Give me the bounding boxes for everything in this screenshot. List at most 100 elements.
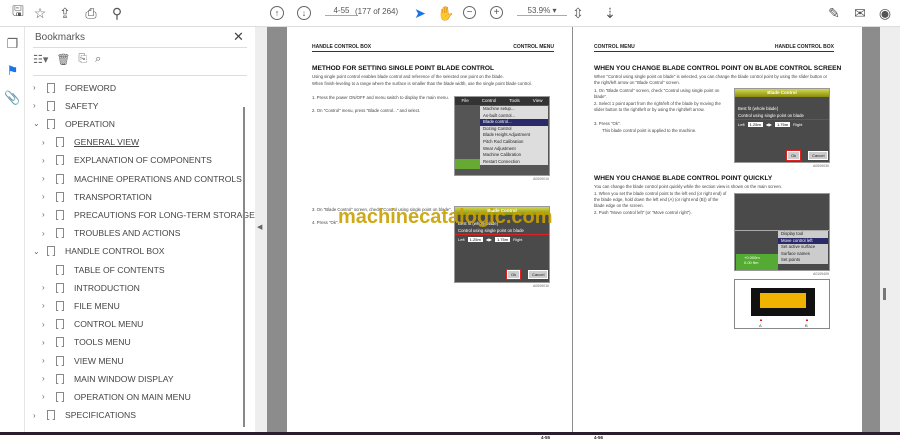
menu-item: Machine Calibration (483, 152, 521, 158)
bookmark-label: CONTROL MENU (74, 319, 144, 330)
chevron-right-icon[interactable]: › (42, 174, 52, 183)
chevron-right-icon[interactable]: › (42, 192, 52, 201)
zoom-level-dropdown[interactable]: 53.9% ▾ (517, 6, 567, 16)
bookmark-item[interactable]: › FOREWORD (33, 79, 116, 96)
attachments-icon[interactable]: 📎 (4, 90, 21, 107)
chevron-right-icon[interactable]: › (42, 156, 52, 165)
bookmark-item[interactable]: › INTRODUCTION (42, 279, 140, 296)
paragraph: When "Control using single point on blad… (594, 74, 828, 85)
page-number-input[interactable]: 4-55 (325, 6, 358, 16)
print-icon[interactable]: ⎙ (81, 4, 101, 22)
blade-control-screenshot: Blade Control Best fit (whole blade) Con… (734, 88, 830, 163)
user-account-icon[interactable]: ◉ (875, 4, 895, 22)
bookmark-item[interactable]: › FILE MENU (42, 297, 120, 314)
chevron-down-icon[interactable]: ⌄ (33, 247, 43, 256)
scroll-mode-icon[interactable]: ⇣ (600, 4, 620, 22)
delete-icon[interactable]: 🗑 (56, 53, 70, 71)
chevron-down-icon[interactable]: ⌄ (33, 119, 43, 128)
figure-code: A0009010 (533, 284, 549, 288)
page-left: HANDLE CONTROL BOX CONTROL MENU METHOD F… (287, 27, 572, 440)
offset-row: Left 1.25m ◀▶ 1.75m Right (735, 120, 829, 129)
right-label: Right (513, 237, 523, 242)
chevron-right-icon[interactable]: › (42, 374, 52, 383)
bookmark-icon (47, 82, 55, 93)
bookmark-label: PRECAUTIONS FOR LONG-TERM STORAGE (74, 209, 255, 220)
menu-item: Wear Adjustment (483, 145, 516, 151)
bookmark-icon (56, 228, 64, 239)
page-thumbnails-icon[interactable]: ❐ (4, 36, 21, 53)
chevron-right-icon[interactable]: › (42, 356, 52, 365)
popup-item: Set active surface (781, 244, 816, 250)
chevron-right-icon[interactable]: › (42, 210, 52, 219)
bookmark-icon (56, 337, 64, 348)
bookmark-item[interactable]: › CONTROL MENU (42, 316, 143, 333)
chevron-right-icon[interactable]: › (42, 229, 52, 238)
blade-outline (751, 288, 815, 316)
zoom-out-icon[interactable]: − (463, 6, 476, 19)
bookmark-item[interactable]: › EXPLANATION OF COMPONENTS (42, 152, 212, 169)
bookmark-item[interactable]: › PRECAUTIONS FOR LONG-TERM STORAGE (42, 206, 255, 223)
next-page-icon[interactable]: ↓ (297, 6, 311, 20)
new-bookmark-icon[interactable]: ⎘ (78, 53, 87, 71)
select-cursor-icon[interactable]: ➤ (410, 4, 430, 22)
menu-item: Machine setup... (483, 106, 515, 111)
mail-icon[interactable]: ✉ (850, 4, 870, 22)
chevron-right-icon[interactable]: › (42, 301, 52, 310)
close-icon[interactable]: ✕ (233, 29, 244, 45)
document-scrollbar[interactable] (880, 27, 900, 432)
chevron-right-icon[interactable]: › (42, 320, 52, 329)
fit-page-icon[interactable]: ⇳ (568, 4, 588, 22)
sign-icon[interactable]: ✎ (824, 4, 844, 22)
chevron-right-icon[interactable]: › (33, 83, 43, 92)
ok-button: Ok (785, 150, 802, 161)
bookmark-item[interactable]: › VIEW MENU (42, 352, 124, 369)
bookmark-label: EXPLANATION OF COMPONENTS (74, 155, 212, 166)
find-bookmark-icon[interactable]: ⌕ (95, 53, 101, 71)
control-menu: Machine setup... As-built control... Bla… (480, 106, 548, 166)
bookmark-star-icon[interactable]: ☆ (30, 4, 50, 22)
zoom-in-icon[interactable]: + (490, 6, 503, 19)
chevron-right-icon[interactable]: › (33, 101, 43, 110)
bookmark-item[interactable]: › TROUBLES AND ACTIONS (42, 225, 181, 242)
chevron-right-icon[interactable]: › (33, 411, 43, 420)
bookmark-item[interactable]: › MACHINE OPERATIONS AND CONTROLS (42, 170, 242, 187)
options-menu-icon[interactable]: ☷▾ (33, 53, 48, 71)
chevron-right-icon[interactable]: › (42, 138, 52, 147)
bookmark-item[interactable]: › SPECIFICATIONS (33, 407, 136, 424)
previous-page-icon[interactable]: ↑ (270, 6, 284, 20)
bookmark-icon (47, 410, 55, 421)
scrollbar-thumb[interactable] (883, 288, 886, 300)
panel-scrollbar[interactable] (243, 107, 245, 427)
upload-icon[interactable]: ⇪ (55, 4, 75, 22)
bookmark-item[interactable]: › MAIN WINDOW DISPLAY (42, 370, 174, 387)
bookmark-item[interactable]: ⌄ HANDLE CONTROL BOX (33, 243, 164, 260)
chevron-right-icon[interactable]: › (42, 283, 52, 292)
hand-tool-icon[interactable]: ✋ (436, 4, 456, 22)
bookmark-item[interactable]: TABLE OF CONTENTS (42, 261, 165, 278)
save-icon[interactable]: 🖫 (8, 3, 28, 22)
paragraph: When finish-leveling to a range where th… (312, 81, 532, 86)
bookmarks-icon[interactable]: ⚑ (4, 63, 21, 80)
search-icon[interactable]: ⚲ (107, 4, 127, 22)
bookmark-label: TRANSPORTATION (74, 191, 152, 202)
point-a-marker: ▲ (759, 317, 763, 322)
running-header-right: HANDLE CONTROL BOX (774, 44, 834, 50)
option-best-fit: Best fit (whole blade) (738, 106, 779, 111)
menu-tab: Tools (509, 98, 520, 103)
bookmark-label: GENERAL VIEW (74, 137, 140, 148)
bookmark-icon (56, 319, 64, 330)
bookmark-item[interactable]: › TRANSPORTATION (42, 188, 152, 205)
bookmark-item[interactable]: › SAFETY (33, 97, 98, 114)
left-label: Left (738, 122, 745, 127)
chevron-right-icon[interactable]: › (42, 338, 52, 347)
bookmark-label: HANDLE CONTROL BOX (65, 246, 165, 257)
bookmark-item[interactable]: › OPERATION ON MAIN MENU (42, 388, 191, 405)
bookmark-item[interactable]: › GENERAL VIEW (42, 134, 139, 151)
dialog-title: Blade Control (735, 89, 829, 97)
bookmark-item[interactable]: › TOOLS MENU (42, 334, 131, 351)
bookmark-item[interactable]: ⌄ OPERATION (33, 115, 115, 132)
collapse-panel-icon[interactable]: ◀ (257, 223, 262, 231)
page-number: 4-56 (594, 435, 604, 440)
chevron-right-icon[interactable]: › (42, 392, 52, 401)
bookmark-icon (47, 100, 55, 111)
